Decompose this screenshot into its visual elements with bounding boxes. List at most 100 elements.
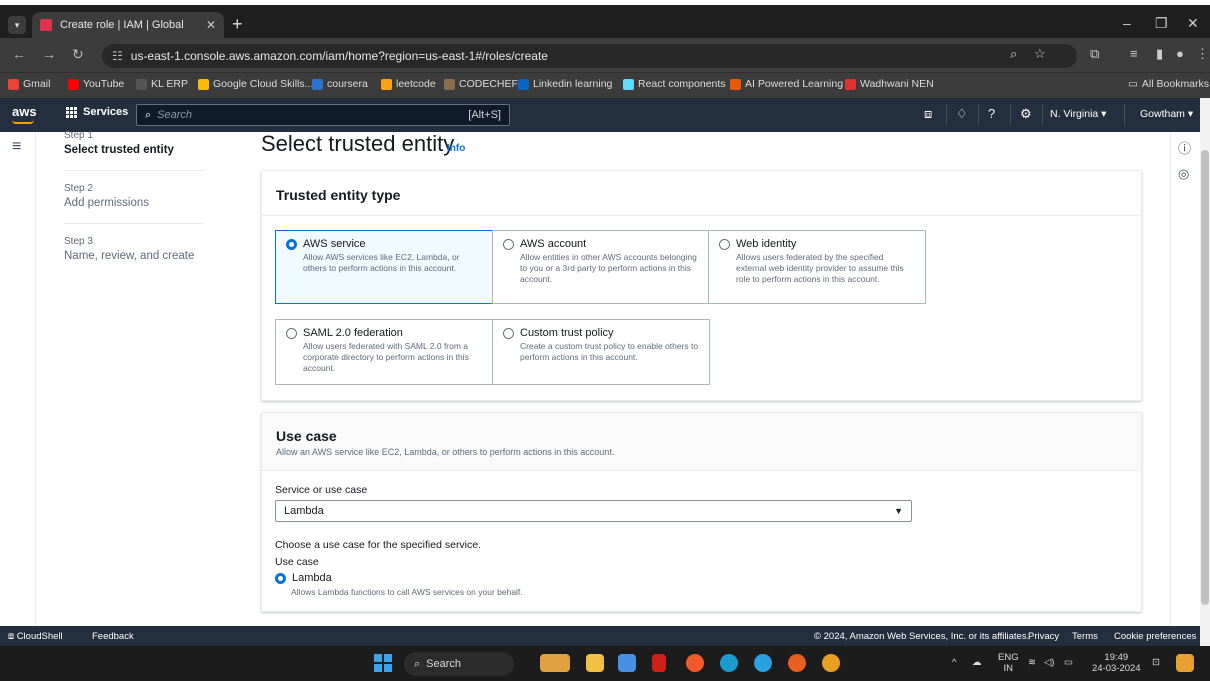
battery-icon[interactable]: ▭	[1064, 657, 1073, 668]
leetcode-icon	[381, 78, 392, 90]
region-selector[interactable]: N. Virginia ▾	[1050, 108, 1106, 120]
bookmark-codechef[interactable]: CODECHEF	[444, 78, 518, 90]
wifi-icon[interactable]: ≋	[1028, 657, 1036, 668]
tab-strip: ▾ Create role | IAM | Global ✕ + – ❐ ✕	[0, 5, 1210, 38]
new-tab-button[interactable]: +	[232, 14, 243, 35]
tab-title: Create role | IAM | Global	[60, 19, 184, 31]
zoom-icon[interactable]: ⌕	[1010, 46, 1017, 62]
radio-icon[interactable]	[719, 238, 730, 250]
option-aws-account[interactable]: AWS account Allow entities in other AWS …	[492, 230, 710, 304]
taskbar-search[interactable]: ⌕ Search	[404, 652, 514, 676]
wizard-step-3[interactable]: Step 3 Name, review, and create	[64, 236, 194, 262]
feedback-panel-icon[interactable]: ◎	[1178, 166, 1189, 182]
side-panel-icon[interactable]: ▮	[1156, 46, 1163, 62]
privacy-link[interactable]: Privacy	[1028, 631, 1059, 642]
bookmark-leetcode[interactable]: leetcode	[381, 78, 436, 90]
browser-tab[interactable]: Create role | IAM | Global ✕	[32, 12, 224, 38]
chrome-menu-icon[interactable]: ⋮	[1196, 46, 1209, 62]
profile-avatar[interactable]: ●	[1176, 46, 1184, 61]
bookmark-google-cloud[interactable]: Google Cloud Skills...	[198, 78, 313, 90]
back-icon[interactable]: ←	[12, 46, 26, 62]
right-rail	[1170, 132, 1200, 626]
aws-search-input[interactable]: ⌕ Search [Alt+S]	[136, 104, 510, 126]
radio-selected-icon[interactable]	[286, 238, 297, 250]
bookmark-star-icon[interactable]: ☆	[1034, 46, 1046, 62]
bookmark-coursera[interactable]: coursera	[312, 78, 368, 90]
all-bookmarks[interactable]: ▭ All Bookmarks	[1128, 78, 1209, 90]
trusted-entity-heading: Trusted entity type	[276, 187, 401, 203]
info-link[interactable]: Info	[447, 143, 465, 154]
radio-icon[interactable]	[286, 327, 297, 339]
coursera-icon	[312, 78, 323, 90]
onedrive-icon[interactable]: ☁	[972, 657, 982, 668]
edge-icon[interactable]	[720, 654, 738, 672]
cloudshell-icon[interactable]: ⧈	[924, 106, 932, 122]
address-bar[interactable]: ☷ us-east-1.console.aws.amazon.com/iam/h…	[102, 44, 1077, 68]
widgets-icon[interactable]	[540, 654, 570, 672]
react-icon	[623, 78, 634, 90]
wizard-step-1[interactable]: Step 1 Select trusted entity	[64, 130, 174, 156]
bookmark-kl-erp[interactable]: KL ERP	[136, 78, 188, 90]
info-panel-icon[interactable]: ⓘ	[1178, 138, 1191, 157]
notification-center-icon[interactable]: ⊡	[1152, 657, 1160, 668]
menu-icon[interactable]: ≡	[12, 138, 21, 156]
option-saml-federation[interactable]: SAML 2.0 federation Allow users federate…	[275, 319, 493, 385]
wizard-step-2[interactable]: Step 2 Add permissions	[64, 183, 149, 209]
forward-icon[interactable]: →	[42, 46, 56, 62]
bookmark-gmail[interactable]: Gmail	[8, 78, 50, 90]
use-case-lambda-option[interactable]: Lambda	[275, 572, 332, 584]
settings-icon[interactable]: ⚙	[1020, 106, 1032, 122]
step-divider	[64, 223, 204, 224]
help-icon[interactable]: ?	[988, 106, 995, 121]
google-cloud-icon	[198, 78, 209, 90]
search-icon: ⌕	[414, 657, 421, 670]
option-web-identity[interactable]: Web identity Allows users federated by t…	[708, 230, 926, 304]
volume-icon[interactable]: ◁)	[1044, 657, 1054, 668]
wadhwani-icon	[845, 78, 856, 90]
choose-use-case-text: Choose a use case for the specified serv…	[275, 539, 482, 551]
radio-icon[interactable]	[503, 238, 514, 250]
option-custom-trust-policy[interactable]: Custom trust policy Create a custom trus…	[492, 319, 710, 385]
netflix-icon[interactable]	[652, 654, 666, 672]
tab-search-icon[interactable]: ▾	[8, 16, 26, 34]
restore-icon[interactable]: ❐	[1155, 15, 1168, 32]
close-tab-icon[interactable]: ✕	[206, 18, 216, 32]
terms-link[interactable]: Terms	[1072, 631, 1098, 642]
brave-icon[interactable]	[686, 654, 704, 672]
site-info-icon[interactable]: ☷	[112, 49, 123, 63]
scrollbar-thumb[interactable]	[1201, 150, 1209, 605]
cookie-preferences-link[interactable]: Cookie preferences	[1114, 631, 1196, 642]
service-select[interactable]: Lambda ▼	[275, 500, 912, 522]
cloudshell-link[interactable]: ⧈ CloudShell	[8, 631, 63, 642]
file-explorer-icon[interactable]	[586, 654, 604, 672]
chrome-icon[interactable]	[788, 654, 806, 672]
account-menu[interactable]: Gowtham ▾	[1140, 108, 1193, 120]
minimize-icon[interactable]: –	[1123, 15, 1131, 31]
bookmark-ai-learning[interactable]: AI Powered Learning	[730, 78, 843, 90]
extensions-icon[interactable]: ⧉	[1090, 46, 1099, 62]
reload-icon[interactable]: ↻	[72, 46, 84, 63]
bookmark-linkedin-learning[interactable]: Linkedin learning	[518, 78, 612, 90]
chrome-active-icon[interactable]	[822, 654, 840, 672]
window-close-icon[interactable]: ✕	[1187, 15, 1199, 32]
option-aws-service[interactable]: AWS service Allow AWS services like EC2,…	[275, 230, 493, 304]
bookmark-wadhwani[interactable]: Wadhwani NEN	[845, 78, 934, 90]
notifications-icon[interactable]: ♢	[956, 106, 968, 122]
reading-list-icon[interactable]: ≡	[1130, 46, 1138, 61]
aws-logo[interactable]: aws	[12, 104, 37, 119]
services-menu[interactable]: Services	[66, 106, 128, 118]
feedback-link[interactable]: Feedback	[92, 631, 134, 642]
store-icon[interactable]	[618, 654, 636, 672]
folder-icon: ▭	[1128, 78, 1138, 90]
radio-selected-icon[interactable]	[275, 572, 286, 584]
tray-chevron-icon[interactable]: ^	[952, 657, 956, 668]
copilot-icon[interactable]	[1176, 654, 1194, 672]
language-indicator[interactable]: ENG IN	[998, 652, 1019, 675]
clock[interactable]: 19:49 24-03-2024	[1092, 652, 1141, 675]
bookmark-react-components[interactable]: React components	[623, 78, 726, 90]
telegram-icon[interactable]	[754, 654, 772, 672]
windows-start-icon[interactable]	[374, 654, 392, 672]
bookmark-youtube[interactable]: YouTube	[68, 78, 124, 90]
page-title: Select trusted entity	[261, 131, 455, 156]
radio-icon[interactable]	[503, 327, 514, 339]
